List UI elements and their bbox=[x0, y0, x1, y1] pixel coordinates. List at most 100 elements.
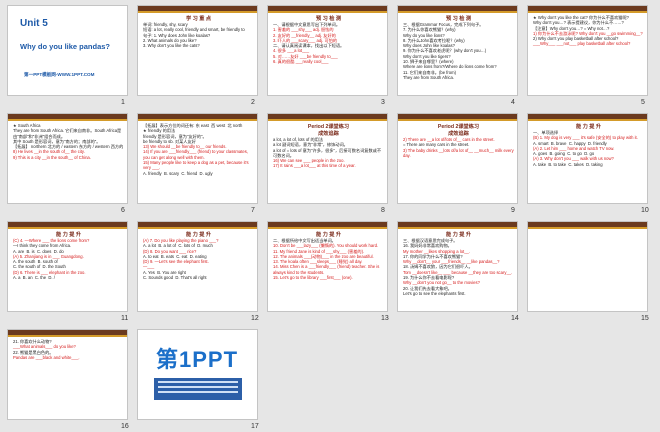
slide-thumbnail-14[interactable]: 能 力 提 升三、根据汉语意思完成句子。 16. 我妈妈非常喜欢购物。 My mot… bbox=[397, 221, 518, 312]
slide-thumbnail-16[interactable]: 21. 你喜欢什么动物? ___What animals___ do you li… bbox=[7, 329, 128, 420]
slide-accent-bar bbox=[268, 227, 387, 229]
slide-line: A. a B. an C. the D. / bbox=[13, 275, 55, 281]
slide-number: 7 bbox=[251, 207, 255, 214]
slide-thumbnail-3[interactable]: 预 习 检 测一、请根据中文意思写出下列单词。 1. 害羞的 ___shy___ … bbox=[267, 5, 388, 96]
slide-accent-bar bbox=[138, 119, 257, 121]
slide-content: Period 2课堂练习 成效追踪 2) There are __a lot of/… bbox=[403, 123, 514, 158]
slide-accent-bar bbox=[528, 119, 647, 121]
panel-line bbox=[158, 391, 238, 393]
slide-accent-bar bbox=[398, 227, 517, 229]
slide-line: (B) 1. My dog is very ___ it's safe (安全的… bbox=[533, 135, 638, 141]
slide-content: 能 力 提 升二、根据所给中文写出适当单词。 10. Don't be ___la… bbox=[273, 231, 384, 280]
slide-thumbnail-4[interactable]: 预 习 检 测三、根据Grammar Focus，完成下列句子。 7. 为什么你喜… bbox=[397, 5, 518, 96]
cover-title: Unit 5 bbox=[20, 18, 48, 29]
panel-line bbox=[158, 381, 238, 383]
slide-header: 能 力 提 升 bbox=[185, 232, 212, 238]
slide-number: 10 bbox=[641, 207, 649, 214]
slide-subheader: 成效追踪 bbox=[448, 131, 469, 137]
slide-line: 6. 真的很酷 ___really cool___ bbox=[273, 59, 329, 65]
logo-slide: 第1PPT bbox=[138, 330, 257, 419]
slide-header: Period 2课堂练习 bbox=[307, 124, 350, 130]
slide-number: 17 bbox=[251, 423, 259, 430]
slide-thumbnail-5[interactable]: ★ Why don't you like the cat? 你为什么不喜欢猫呢?… bbox=[527, 5, 648, 96]
slide-accent-bar bbox=[268, 11, 387, 13]
slide-line: 15) Many people like to keep a dog as a … bbox=[143, 160, 250, 171]
slide-header: 能 力 提 升 bbox=[575, 124, 602, 130]
slide-number: 16 bbox=[121, 423, 129, 430]
slide-thumbnail-11[interactable]: 能 力 提 升 (C) 4. —Where ___ the lions come … bbox=[7, 221, 128, 312]
slide-accent-bar bbox=[8, 227, 127, 229]
slide-thumbnail-8[interactable]: Period 2课堂练习 成效追踪 a lot, a lot of, lots of… bbox=[267, 113, 388, 204]
slide-number: 3 bbox=[381, 99, 385, 106]
slide-thumbnail-15[interactable] bbox=[527, 221, 648, 312]
slide-subheader: 成效追踪 bbox=[318, 131, 339, 137]
slide-number: 1 bbox=[121, 99, 125, 106]
slide-header: 能 力 提 升 bbox=[445, 232, 472, 238]
slide-accent-bar bbox=[138, 11, 257, 13]
slide-content: ★ Why don't you like the cat? 你为什么不喜欢猫呢?… bbox=[533, 15, 644, 47]
slide-accent-bar bbox=[528, 11, 647, 13]
cover-subtitle: Why do you like pandas? bbox=[20, 42, 111, 51]
slide-accent-bar bbox=[138, 227, 257, 229]
slide-thumbnail-7[interactable]: 【拓展】表示方位的词还有: 东 east 西 west 北 north ★ fri… bbox=[137, 113, 258, 204]
slide-line: Let's go to see the elephants first. bbox=[403, 290, 466, 296]
slide-number: 14 bbox=[511, 315, 519, 322]
slide-number: 13 bbox=[381, 315, 389, 322]
ppt-logo: 第1PPT bbox=[156, 347, 239, 372]
slide-accent-bar bbox=[268, 119, 387, 121]
slide-content: 预 习 检 测三、根据Grammar Focus，完成下列句子。 7. 为什么你喜… bbox=[403, 15, 514, 80]
slide-line: They are from South Africa. 它们来自南非。South… bbox=[13, 128, 122, 139]
slide-line: 9) This is a city __in the south__ of Ch… bbox=[13, 154, 91, 160]
slide-accent-bar bbox=[398, 119, 517, 121]
slide-header: 能 力 提 升 bbox=[315, 232, 342, 238]
slide-header: 预 习 检 测 bbox=[315, 16, 342, 22]
slide-content: 能 力 提 升一、单项选择 (B) 1. My dog is very ___ i… bbox=[533, 123, 644, 167]
slide-line: ___Why___ ___not___ play basketball afte… bbox=[533, 41, 631, 47]
slide-number: 11 bbox=[121, 315, 129, 322]
slide-number: 6 bbox=[121, 207, 125, 214]
slide-content: 【拓展】表示方位的词还有: 东 east 西 west 北 north ★ fri… bbox=[143, 123, 254, 176]
slide-content: 学 习 重 点单词: friendly, shy, scary 短语: a lot… bbox=[143, 15, 254, 48]
slide-thumbnail-1[interactable]: Unit 5 Why do you like pandas? 第一PPT模板网-WW… bbox=[7, 5, 128, 96]
slide-content: 能 力 提 升 (A) 7. Do you like playing the pi… bbox=[143, 231, 254, 280]
slide-number: 8 bbox=[381, 207, 385, 214]
slide-line: 14) If you are ___friendly___ (friend) t… bbox=[143, 149, 250, 160]
slide-line: a lot of = lots of 意为"许多，很多"，后接可数名词复数或不可… bbox=[273, 147, 382, 158]
slide-line: 短语: a lot, really cool, friendly and sma… bbox=[143, 27, 245, 33]
slide-content: 预 习 检 测一、请根据中文意思写出下列单词。 1. 害羞的 ___shy___ … bbox=[273, 15, 384, 64]
slide-thumbnail-13[interactable]: 能 力 提 升二、根据所给中文写出适当单词。 10. Don't be ___la… bbox=[267, 221, 388, 312]
slide-content: 能 力 提 升 (C) 4. —Where ___ the lions come … bbox=[13, 231, 124, 280]
slide-number: 12 bbox=[251, 315, 259, 322]
slide-accent-bar bbox=[528, 227, 647, 229]
slide-line: 10. Don't be ___lazy___ (懒惰的). You shoul… bbox=[273, 243, 379, 249]
logo-panel bbox=[154, 378, 242, 400]
slide-thumbnail-9[interactable]: Period 2课堂练习 成效追踪 2) There are __a lot of/… bbox=[397, 113, 518, 204]
slide-content: 21. 你喜欢什么动物? ___What animals___ do you li… bbox=[13, 339, 124, 360]
slide-thumbnail-12[interactable]: 能 力 提 升 (A) 7. Do you like playing the pi… bbox=[137, 221, 258, 312]
slide-number: 2 bbox=[251, 99, 255, 106]
slide-content: Period 2课堂练习 成效追踪 a lot, a lot of, lots of… bbox=[273, 123, 384, 169]
slide-accent-bar bbox=[8, 335, 127, 337]
slide-line: They are from South Africa. bbox=[403, 74, 454, 80]
slide-line: 14. Miss Chen is a ___friendly___ (frien… bbox=[273, 264, 381, 275]
cover-footer: 第一PPT模板网-WWW.1PPT.COM bbox=[24, 72, 95, 77]
slide-thumbnail-2[interactable]: 学 习 重 点单词: friendly, shy, scary 短语: a lot… bbox=[137, 5, 258, 96]
slide-thumbnail-6[interactable]: ★ South Africa They are from South Africa… bbox=[7, 113, 128, 204]
slide-number: 15 bbox=[641, 315, 649, 322]
slide-number: 9 bbox=[511, 207, 515, 214]
slide-number: 4 bbox=[511, 99, 515, 106]
slide-header: 预 习 检 测 bbox=[445, 16, 472, 22]
slide-line: 3) The baby drinks __lots of/a lot of__ … bbox=[403, 147, 515, 158]
slide-header: Period 2课堂练习 bbox=[437, 124, 480, 130]
slide-line: Pandas are ___black and white___. bbox=[13, 354, 80, 360]
slide-thumbnail-17[interactable]: 第1PPT bbox=[137, 329, 258, 420]
slide-line: 3. Why don't you like the cats? bbox=[143, 43, 200, 49]
slide-accent-bar bbox=[398, 11, 517, 13]
slide-thumbnail-10[interactable]: 能 力 提 升一、单项选择 (B) 1. My dog is very ___ i… bbox=[527, 113, 648, 204]
slide-header: 学 习 重 点 bbox=[185, 16, 212, 22]
slide-content: 能 力 提 升三、根据汉语意思完成句子。 16. 我妈妈非常喜欢购物。 My mot… bbox=[403, 231, 514, 296]
slide-line: 17) It rains ___a lot___ at this time of… bbox=[273, 163, 356, 169]
slide-accent-bar bbox=[8, 119, 127, 121]
panel-line bbox=[158, 386, 238, 388]
slide-line: A. take B. to take C. takes D. taking bbox=[533, 161, 603, 167]
